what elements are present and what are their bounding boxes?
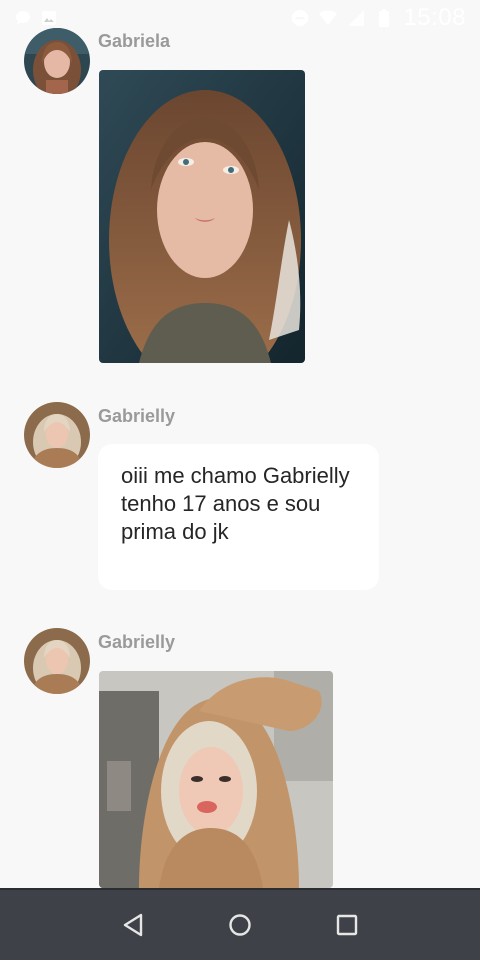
message-photo[interactable] xyxy=(99,671,333,888)
chat-notification-icon xyxy=(14,9,32,27)
sender-name: Gabrielly xyxy=(98,406,176,426)
signal-icon xyxy=(347,9,365,27)
image-notification-icon xyxy=(40,9,58,27)
status-bar: 15:08 xyxy=(0,0,480,36)
home-icon[interactable] xyxy=(220,905,260,945)
avatar[interactable] xyxy=(24,628,90,694)
do-not-disturb-icon xyxy=(291,9,309,27)
system-icons: 15:08 xyxy=(291,4,466,32)
notification-icons xyxy=(14,9,58,27)
recents-icon[interactable] xyxy=(327,905,367,945)
message-photo[interactable] xyxy=(99,70,305,363)
battery-icon xyxy=(375,9,393,27)
wifi-icon xyxy=(319,9,338,27)
navigation-bar xyxy=(0,888,480,960)
back-icon[interactable] xyxy=(113,905,153,945)
avatar[interactable] xyxy=(24,402,90,468)
message-bubble[interactable]: oiii me chamo Gabrielly tenho 17 anos e … xyxy=(98,444,379,590)
sender-name: Gabrielly xyxy=(98,632,176,652)
avatar[interactable] xyxy=(24,28,90,94)
status-time: 15:08 xyxy=(403,4,466,31)
